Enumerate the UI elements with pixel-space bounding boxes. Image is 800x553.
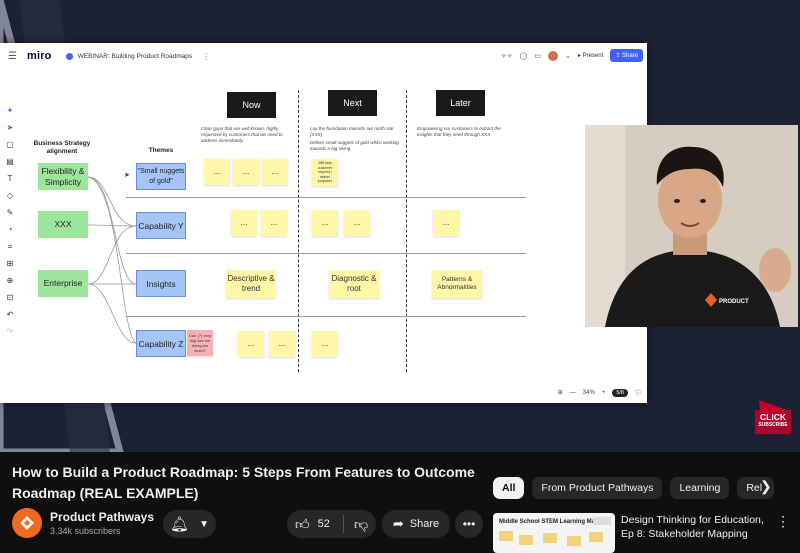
- channel-avatar[interactable]: [12, 508, 42, 538]
- column-divider: [298, 90, 299, 372]
- theme-capability-y[interactable]: Capability Y: [136, 212, 186, 239]
- thumbs-down-icon: 👎︎: [354, 515, 369, 532]
- theme-insights[interactable]: Insights: [136, 270, 186, 297]
- presenter-image: PRODUCT: [585, 125, 798, 327]
- now-description: Clear gaps that are well known, highly r…: [201, 126, 283, 143]
- share-arrow-icon: ➦: [392, 516, 404, 531]
- sticky-note-small[interactable]: Will help customer request / deliver pur…: [312, 159, 338, 186]
- subscriber-count: 3.34k subscribers: [50, 526, 121, 536]
- recommendation-title[interactable]: Design Thinking for Education, Ep 8: Sta…: [621, 513, 771, 541]
- row-divider: [126, 197, 526, 198]
- sticky-note[interactable]: ...: [433, 210, 459, 236]
- zoom-level: 34%: [582, 389, 595, 396]
- like-dislike-group: 👍︎ 52 👎︎: [287, 510, 376, 538]
- bell-icon: 🔔︎: [170, 516, 190, 533]
- sticky-note[interactable]: ...: [238, 331, 264, 357]
- like-button[interactable]: 👍︎ 52: [287, 516, 343, 533]
- video-player[interactable]: ☰ miro WEBINAR: Building Product Roadmap…: [0, 0, 800, 452]
- alignment-enterprise[interactable]: Enterprise: [38, 270, 88, 297]
- dislike-button[interactable]: 👎︎: [344, 516, 368, 533]
- column-header-next: Next: [328, 90, 377, 116]
- sticky-note-pink[interactable]: Can (?) very big! Are we doing too much?: [187, 330, 213, 356]
- chip-all[interactable]: All: [493, 477, 525, 499]
- recommendation-thumbnail[interactable]: Middle School STEM Learning Map: [493, 513, 615, 553]
- chevron-right-icon[interactable]: ❯: [760, 478, 772, 495]
- sticky-note[interactable]: ...: [262, 159, 288, 185]
- more-actions-button[interactable]: •••: [455, 510, 483, 538]
- thumbs-up-icon: 👍︎: [295, 515, 310, 532]
- miro-board-window: ☰ miro WEBINAR: Building Product Roadmap…: [0, 43, 647, 403]
- column-header-now: Now: [227, 92, 276, 118]
- filter-chips: All From Product Pathways Learning Rel: [493, 477, 775, 499]
- thumbnail-graphic: [499, 517, 611, 546]
- video-title: How to Build a Product Roadmap: 5 Steps …: [12, 464, 475, 501]
- sticky-note-descriptive[interactable]: Descriptive & trend: [226, 270, 276, 298]
- help-icon[interactable]: ⓘ: [635, 388, 641, 397]
- like-count: 52: [317, 518, 330, 530]
- sticky-note[interactable]: ...: [312, 331, 338, 357]
- board-canvas[interactable]: Now Next Later Clear gaps that are well …: [0, 43, 647, 403]
- channel-logo-icon: [20, 516, 34, 530]
- row-divider: [126, 316, 526, 317]
- sticky-note[interactable]: ...: [269, 331, 295, 357]
- zoom-out-icon[interactable]: —: [570, 390, 576, 396]
- zoom-in-icon[interactable]: +: [602, 390, 606, 396]
- click-text: CLICK: [760, 412, 786, 422]
- next-description-2: Deliver small nuggets of gold whilst wor…: [310, 140, 399, 151]
- column-header-later: Later: [436, 90, 485, 116]
- grid-icon[interactable]: ⊞: [558, 389, 563, 396]
- sticky-note[interactable]: ...: [344, 210, 370, 236]
- svg-text:PRODUCT: PRODUCT: [719, 299, 749, 305]
- channel-name[interactable]: Product Pathways: [50, 510, 154, 524]
- page-indicator[interactable]: 5/8: [612, 388, 628, 397]
- chip-from-channel[interactable]: From Product Pathways: [532, 477, 663, 499]
- theme-capability-z[interactable]: Capability Z: [136, 330, 186, 357]
- sticky-note[interactable]: ...: [312, 210, 338, 236]
- alignment-flexibility[interactable]: Flexibility & Simplicity: [38, 163, 88, 190]
- business-strategy-header: Business Strategy alignment: [33, 140, 91, 155]
- column-divider: [406, 90, 407, 372]
- subscribe-text: SUBSCRIBE: [758, 422, 788, 428]
- theme-small-nuggets[interactable]: "Small nuggets of gold": [136, 163, 186, 190]
- later-description: Empowering our customers to extract the …: [417, 126, 501, 137]
- row-divider: [126, 253, 526, 254]
- share-video-label: Share: [409, 518, 440, 530]
- sticky-note[interactable]: ...: [261, 210, 287, 236]
- sticky-note[interactable]: ...: [233, 159, 259, 185]
- next-description: Lay the foundation towards our north sta…: [310, 126, 394, 137]
- more-horizontal-icon: •••: [462, 517, 476, 531]
- subscribed-button[interactable]: 🔔︎ ▼: [163, 510, 216, 538]
- miro-bottom-bar: ⊞ — 34% + 5/8 ⓘ: [558, 388, 641, 397]
- sticky-note-diagnostic[interactable]: Diagnostic & root: [329, 270, 379, 298]
- sticky-note-patterns[interactable]: Patterns & Abnormalities: [432, 270, 482, 298]
- presenter-webcam: PRODUCT: [585, 125, 798, 327]
- themes-header: Themes: [148, 147, 174, 154]
- share-video-button[interactable]: ➦ Share: [382, 510, 450, 538]
- alignment-xxx[interactable]: XXX: [38, 211, 88, 238]
- sticky-note[interactable]: ...: [204, 159, 230, 185]
- chevron-down-icon: ▼: [199, 518, 209, 530]
- chip-learning[interactable]: Learning: [670, 477, 730, 499]
- sticky-note[interactable]: ...: [231, 210, 257, 236]
- recommendation-menu-icon[interactable]: ⋮: [776, 513, 790, 530]
- click-subscribe-badge[interactable]: CLICK SUBSCRIBE: [755, 400, 791, 440]
- mouse-cursor-icon: ➤: [124, 172, 130, 179]
